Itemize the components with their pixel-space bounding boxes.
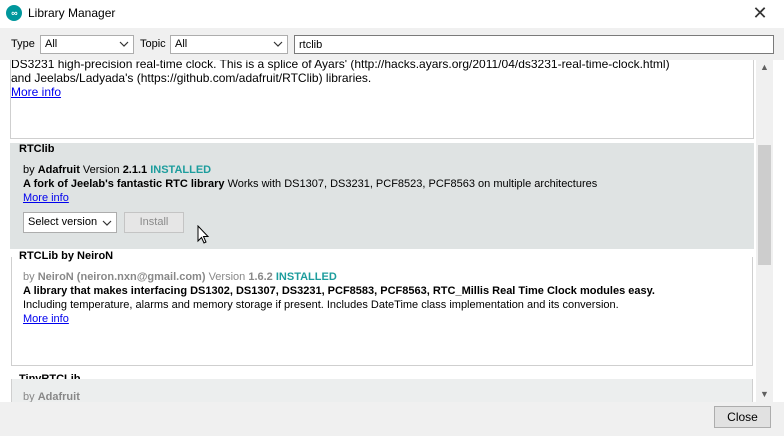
scroll-up-icon[interactable]: ▲ xyxy=(759,62,770,73)
library-entry-rtclib[interactable]: RTClib by Adafruit Version 2.1.1 INSTALL… xyxy=(10,143,754,249)
search-input[interactable] xyxy=(294,35,774,54)
entry-description: DS3231 high-precision real-time clock. T… xyxy=(11,60,670,71)
library-version: 1.6.2 xyxy=(248,271,273,283)
library-description: Including temperature, alarms and memory… xyxy=(23,299,619,311)
window-close-icon[interactable]: ✕ xyxy=(750,2,770,24)
entry-description: and Jeelabs/Ladyada's (https://github.co… xyxy=(11,71,372,85)
installed-badge: INSTALLED xyxy=(275,271,337,283)
window-title: Library Manager xyxy=(28,6,116,20)
bottom-bar xyxy=(0,402,784,436)
library-entry-tinyrtclib[interactable]: TinyRTCLib by Adafruit xyxy=(10,367,754,402)
installed-badge: INSTALLED xyxy=(150,164,212,176)
more-info-link[interactable]: More info xyxy=(23,313,69,325)
topic-label: Topic xyxy=(140,38,166,50)
description-rest: Works with DS1307, DS3231, PCF8523, PCF8… xyxy=(227,178,598,190)
select-version-dropdown[interactable]: Select version xyxy=(23,212,117,233)
library-entry-rtclib-neiron[interactable]: RTCLib by NeiroN by NeiroN (neiron.nxn@g… xyxy=(10,249,754,367)
more-info-link[interactable]: More info xyxy=(11,85,753,99)
type-dropdown[interactable]: All xyxy=(40,35,134,54)
arduino-icon: ∞ xyxy=(6,5,22,21)
scroll-thumb[interactable] xyxy=(758,145,771,265)
type-label: Type xyxy=(11,38,35,50)
library-author: Adafruit xyxy=(37,164,80,176)
install-button[interactable]: Install xyxy=(124,212,184,233)
by-label: by xyxy=(23,391,35,402)
version-label: Version xyxy=(208,271,246,283)
library-meta: by Adafruit Version 2.1.1 INSTALLED xyxy=(23,164,211,176)
library-description: A fork of Jeelab's fantastic RTC library… xyxy=(23,178,597,190)
chevron-down-icon xyxy=(119,41,129,47)
topic-dropdown[interactable]: All xyxy=(170,35,288,54)
scrollbar[interactable]: ▲ ▼ xyxy=(756,60,773,402)
library-meta: by NeiroN (neiron.nxn@gmail.com) Version… xyxy=(23,271,337,283)
chevron-down-icon xyxy=(273,41,283,47)
select-version-label: Select version xyxy=(28,216,98,228)
by-label: by xyxy=(23,271,35,283)
close-button[interactable]: Close xyxy=(714,406,771,428)
type-dropdown-value: All xyxy=(45,38,58,50)
chevron-down-icon xyxy=(102,220,112,226)
filter-bar: Type All Topic All xyxy=(0,30,784,60)
topic-dropdown-value: All xyxy=(175,38,188,50)
title-bar: ∞ Library Manager ✕ xyxy=(0,0,784,28)
library-meta: by Adafruit xyxy=(23,391,80,402)
version-label: Version xyxy=(82,164,120,176)
library-author: Adafruit xyxy=(37,391,80,402)
library-version: 2.1.1 xyxy=(122,164,148,176)
more-info-link[interactable]: More info xyxy=(23,192,69,204)
mouse-cursor-icon xyxy=(197,225,210,244)
library-entry-partial[interactable]: DS3231 high-precision real-time clock. T… xyxy=(10,60,754,139)
by-label: by xyxy=(23,164,35,176)
description-bold: A fork of Jeelab's fantastic RTC library xyxy=(23,178,225,190)
library-author: NeiroN (neiron.nxn@gmail.com) xyxy=(37,271,206,283)
library-description-bold: A library that makes interfacing DS1302,… xyxy=(23,285,655,297)
entry-body xyxy=(11,379,753,402)
scroll-down-icon[interactable]: ▼ xyxy=(759,389,770,400)
library-name: RTClib xyxy=(19,143,55,155)
